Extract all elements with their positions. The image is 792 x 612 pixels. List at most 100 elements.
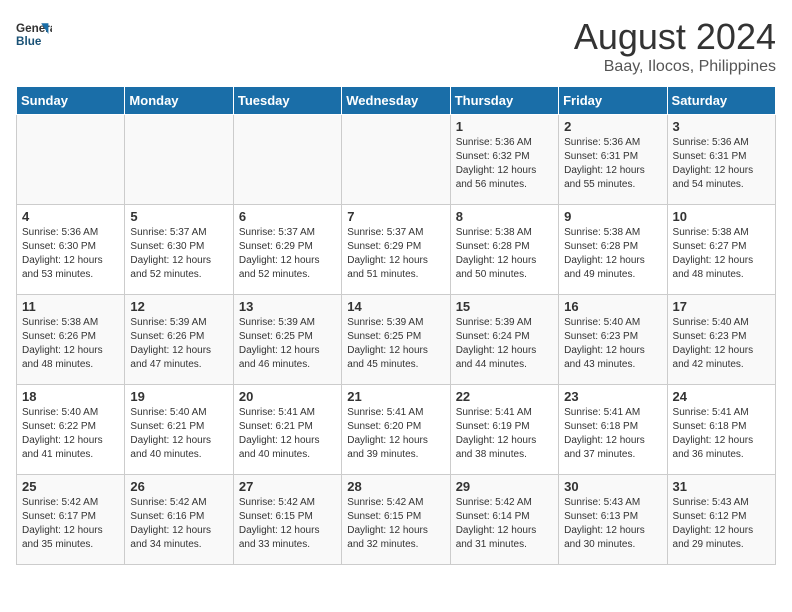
logo-icon: General Blue [16,16,52,52]
day-info: Sunrise: 5:41 AMSunset: 6:21 PMDaylight:… [239,406,336,462]
day-info: Sunrise: 5:40 AMSunset: 6:21 PMDaylight:… [130,406,227,462]
weekday-header-monday: Monday [125,87,233,115]
day-info: Sunrise: 5:42 AMSunset: 6:16 PMDaylight:… [130,496,227,552]
day-number: 16 [564,299,661,314]
day-number: 7 [347,209,444,224]
calendar-cell: 29Sunrise: 5:42 AMSunset: 6:14 PMDayligh… [450,475,558,565]
day-info: Sunrise: 5:41 AMSunset: 6:18 PMDaylight:… [564,406,661,462]
calendar-cell: 26 Sunrise: 5:42 AMSunset: 6:16 PMDayligh… [125,475,233,565]
calendar-cell: 9 Sunrise: 5:38 AMSunset: 6:28 PMDaylight… [559,205,667,295]
calendar-cell: 27 Sunrise: 5:42 AMSunset: 6:15 PMDayligh… [233,475,341,565]
day-number: 10 [673,209,770,224]
calendar-cell: 23 Sunrise: 5:41 AMSunset: 6:18 PMDayligh… [559,385,667,475]
day-number: 3 [673,119,770,134]
day-number: 19 [130,389,227,404]
day-number: 31 [673,479,770,494]
day-info: Sunrise: 5:42 AMSunset: 6:15 PMDaylight:… [347,496,444,552]
calendar-week-1: 1 Sunrise: 5:36 AMSunset: 6:32 PMDaylight… [17,115,776,205]
day-info: Sunrise: 5:36 AMSunset: 6:31 PMDaylight:… [564,136,661,192]
calendar-week-4: 18 Sunrise: 5:40 AMSunset: 6:22 PMDayligh… [17,385,776,475]
day-number: 30 [564,479,661,494]
calendar-cell: 17 Sunrise: 5:40 AMSunset: 6:23 PMDayligh… [667,295,775,385]
calendar-cell: 18 Sunrise: 5:40 AMSunset: 6:22 PMDayligh… [17,385,125,475]
calendar-cell: 30 Sunrise: 5:43 AMSunset: 6:13 PMDayligh… [559,475,667,565]
day-number: 13 [239,299,336,314]
calendar-week-5: 25 Sunrise: 5:42 AMSunset: 6:17 PMDayligh… [17,475,776,565]
day-info: Sunrise: 5:42 AMSunset: 6:15 PMDaylight:… [239,496,336,552]
day-number: 28 [347,479,444,494]
day-info: Sunrise: 5:36 AMSunset: 6:31 PMDaylight:… [673,136,770,192]
calendar-cell: 6Sunrise: 5:37 AMSunset: 6:29 PMDaylight… [233,205,341,295]
day-info: Sunrise: 5:41 AMSunset: 6:19 PMDaylight:… [456,406,553,462]
day-number: 27 [239,479,336,494]
day-info: Sunrise: 5:40 AMSunset: 6:22 PMDaylight:… [22,406,119,462]
calendar-cell: 13 Sunrise: 5:39 AMSunset: 6:25 PMDayligh… [233,295,341,385]
day-number: 20 [239,389,336,404]
logo: General Blue [16,16,52,52]
calendar-cell: 20 Sunrise: 5:41 AMSunset: 6:21 PMDayligh… [233,385,341,475]
day-info: Sunrise: 5:38 AMSunset: 6:28 PMDaylight:… [456,226,553,282]
title-block: August 2024 Baay, Ilocos, Philippines [574,16,776,76]
day-number: 25 [22,479,119,494]
day-info: Sunrise: 5:39 AMSunset: 6:25 PMDaylight:… [347,316,444,372]
calendar-cell [233,115,341,205]
day-number: 22 [456,389,553,404]
day-number: 9 [564,209,661,224]
day-number: 18 [22,389,119,404]
calendar-cell [342,115,450,205]
day-info: Sunrise: 5:39 AMSunset: 6:26 PMDaylight:… [130,316,227,372]
calendar-cell: 24 Sunrise: 5:41 AMSunset: 6:18 PMDayligh… [667,385,775,475]
day-info: Sunrise: 5:37 AMSunset: 6:29 PMDaylight:… [239,226,336,282]
calendar-cell: 4 Sunrise: 5:36 AMSunset: 6:30 PMDaylight… [17,205,125,295]
day-number: 5 [130,209,227,224]
calendar-table: SundayMondayTuesdayWednesdayThursdayFrid… [16,86,776,565]
day-number: 23 [564,389,661,404]
day-info: Sunrise: 5:43 AMSunset: 6:13 PMDaylight:… [564,496,661,552]
day-number: 17 [673,299,770,314]
day-number: 4 [22,209,119,224]
day-info: Sunrise: 5:36 AMSunset: 6:30 PMDaylight:… [22,226,119,282]
day-number: 29 [456,479,553,494]
day-info: Sunrise: 5:38 AMSunset: 6:26 PMDaylight:… [22,316,119,372]
day-info: Sunrise: 5:38 AMSunset: 6:27 PMDaylight:… [673,226,770,282]
calendar-cell: 16Sunrise: 5:40 AMSunset: 6:23 PMDayligh… [559,295,667,385]
calendar-cell: 28 Sunrise: 5:42 AMSunset: 6:15 PMDayligh… [342,475,450,565]
day-number: 14 [347,299,444,314]
day-number: 21 [347,389,444,404]
month-year: August 2024 [574,16,776,58]
svg-text:Blue: Blue [16,35,42,48]
calendar-cell: 21 Sunrise: 5:41 AMSunset: 6:20 PMDayligh… [342,385,450,475]
day-info: Sunrise: 5:41 AMSunset: 6:18 PMDaylight:… [673,406,770,462]
calendar-cell: 14 Sunrise: 5:39 AMSunset: 6:25 PMDayligh… [342,295,450,385]
calendar-cell [17,115,125,205]
day-info: Sunrise: 5:37 AMSunset: 6:29 PMDaylight:… [347,226,444,282]
day-number: 2 [564,119,661,134]
day-info: Sunrise: 5:41 AMSunset: 6:20 PMDaylight:… [347,406,444,462]
calendar-week-3: 11Sunrise: 5:38 AMSunset: 6:26 PMDayligh… [17,295,776,385]
day-info: Sunrise: 5:38 AMSunset: 6:28 PMDaylight:… [564,226,661,282]
calendar-cell: 10 Sunrise: 5:38 AMSunset: 6:27 PMDayligh… [667,205,775,295]
day-info: Sunrise: 5:39 AMSunset: 6:25 PMDaylight:… [239,316,336,372]
calendar-cell: 15Sunrise: 5:39 AMSunset: 6:24 PMDayligh… [450,295,558,385]
calendar-cell [125,115,233,205]
calendar-cell: 25 Sunrise: 5:42 AMSunset: 6:17 PMDayligh… [17,475,125,565]
calendar-cell: 31Sunrise: 5:43 AMSunset: 6:12 PMDayligh… [667,475,775,565]
day-info: Sunrise: 5:42 AMSunset: 6:17 PMDaylight:… [22,496,119,552]
calendar-cell: 3 Sunrise: 5:36 AMSunset: 6:31 PMDaylight… [667,115,775,205]
weekday-header-thursday: Thursday [450,87,558,115]
day-info: Sunrise: 5:36 AMSunset: 6:32 PMDaylight:… [456,136,553,192]
calendar-cell: 12Sunrise: 5:39 AMSunset: 6:26 PMDayligh… [125,295,233,385]
calendar-cell: 8Sunrise: 5:38 AMSunset: 6:28 PMDaylight… [450,205,558,295]
day-number: 24 [673,389,770,404]
calendar-cell: 11Sunrise: 5:38 AMSunset: 6:26 PMDayligh… [17,295,125,385]
day-info: Sunrise: 5:40 AMSunset: 6:23 PMDaylight:… [673,316,770,372]
calendar-cell: 2 Sunrise: 5:36 AMSunset: 6:31 PMDaylight… [559,115,667,205]
calendar-week-2: 4 Sunrise: 5:36 AMSunset: 6:30 PMDaylight… [17,205,776,295]
day-info: Sunrise: 5:39 AMSunset: 6:24 PMDaylight:… [456,316,553,372]
page-header: General Blue August 2024 Baay, Ilocos, P… [16,16,776,76]
weekday-header-tuesday: Tuesday [233,87,341,115]
day-number: 1 [456,119,553,134]
weekday-header-saturday: Saturday [667,87,775,115]
day-number: 26 [130,479,227,494]
calendar-cell: 22 Sunrise: 5:41 AMSunset: 6:19 PMDayligh… [450,385,558,475]
